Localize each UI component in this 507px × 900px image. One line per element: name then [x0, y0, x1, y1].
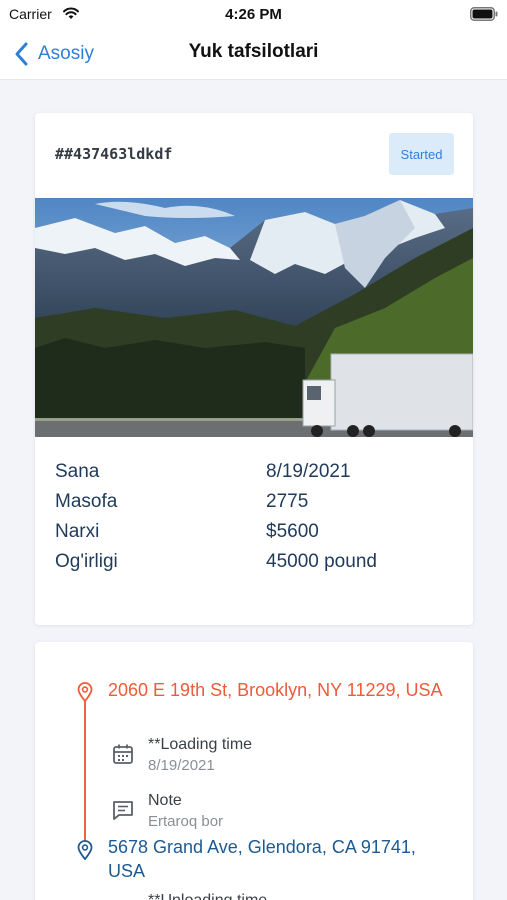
note-label: Note: [148, 792, 182, 809]
battery-icon: [470, 7, 498, 26]
info-row-date: Sana 8/19/2021: [55, 461, 455, 491]
load-image: [35, 198, 473, 437]
info-row-weight: Og'irligi 45000 pound: [55, 551, 455, 581]
info-value: 45000 pound: [266, 551, 377, 572]
status-badge: Started: [389, 133, 454, 175]
note-icon: [111, 798, 135, 822]
dropoff-address[interactable]: 5678 Grand Ave, Glendora, CA 91741, USA: [108, 835, 448, 883]
load-id: ##437463ldkdf: [55, 145, 173, 163]
loading-time-label: **Loading time: [148, 736, 253, 753]
info-label: Masofa: [55, 491, 118, 512]
info-value: 8/19/2021: [266, 461, 351, 482]
dropoff-pin-icon: [77, 840, 93, 861]
note-text: Ertaroq bor: [148, 813, 224, 830]
info-label: Og'irligi: [55, 551, 118, 572]
navigation-bar: Asosiy Yuk tafsilotlari: [0, 28, 507, 80]
info-label: Narxi: [55, 521, 100, 542]
loading-date: 8/19/2021: [148, 757, 215, 774]
info-row-price: Narxi $5600: [55, 521, 455, 551]
pickup-address[interactable]: 2060 E 19th St, Brooklyn, NY 11229, USA: [108, 678, 448, 702]
load-details-card: ##437463ldkdf Started Sana 8/19/2021 Mas…: [35, 113, 473, 625]
unloading-time-label: **Unloading time: [148, 892, 267, 900]
pickup-pin-icon: [77, 682, 93, 703]
route-line: [84, 694, 86, 846]
info-row-distance: Masofa 2775: [55, 491, 455, 521]
clock: 4:26 PM: [225, 6, 282, 23]
status-bar: Carrier 4:26 PM: [0, 0, 507, 28]
calendar-icon: [111, 742, 135, 766]
info-value: 2775: [266, 491, 309, 512]
info-label: Sana: [55, 461, 100, 482]
load-info-list: Sana 8/19/2021 Masofa 2775 Narxi $5600 O…: [55, 461, 455, 581]
page-title: Yuk tafsilotlari: [188, 41, 319, 62]
info-value: $5600: [266, 521, 319, 542]
route-card: 2060 E 19th St, Brooklyn, NY 11229, USA …: [35, 642, 473, 900]
